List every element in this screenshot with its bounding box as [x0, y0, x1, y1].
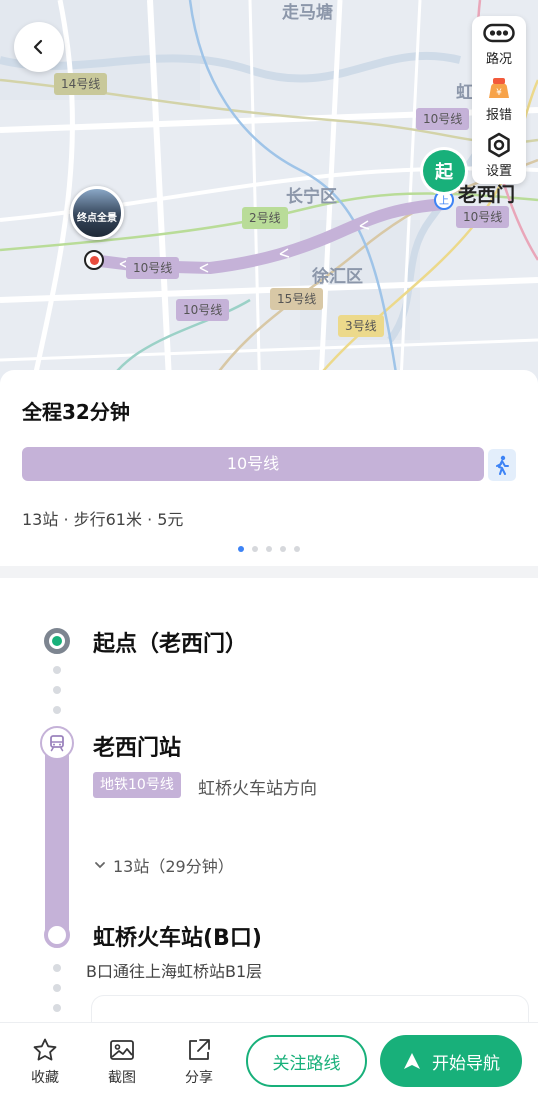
- dest-thumb-label: 终点全景: [77, 213, 117, 224]
- report-icon: ¥: [486, 77, 512, 101]
- route-map[interactable]: 上 走马塘 长宁区 徐汇区 虹 14号线 10号线 2号线 10号线 10号线 …: [0, 0, 538, 400]
- alight-station: 虹桥火车站(B口): [93, 926, 262, 951]
- bottom-action-bar: 收藏 截图 分享 关注路线 开始导航: [0, 1022, 538, 1100]
- boarding-station: 老西门站: [93, 736, 182, 761]
- page-indicator: [0, 546, 538, 552]
- walk-segment-chip: [488, 449, 516, 481]
- metro-line-tag: 3号线: [338, 315, 384, 337]
- metro-segment-rail: [45, 733, 69, 941]
- start-point-title: 起点（老西门）: [93, 632, 248, 657]
- settings-button[interactable]: 设置: [472, 128, 526, 184]
- total-duration: 全程32分钟: [22, 400, 130, 424]
- route-segment-bar: 10号线: [22, 447, 484, 481]
- share-button[interactable]: 分享: [176, 1037, 222, 1087]
- favorite-label: 收藏: [31, 1070, 59, 1086]
- metro-line-chip: 地铁10号线: [93, 772, 181, 798]
- page-dot: [266, 546, 272, 552]
- traffic-button[interactable]: 路况: [472, 16, 526, 72]
- district-label: 长宁区: [286, 187, 337, 207]
- start-navigation-label: 开始导航: [432, 1053, 500, 1074]
- metro-line-tag: 10号线: [126, 257, 180, 279]
- metro-icon: [40, 726, 74, 760]
- timeline-dot: [53, 686, 61, 694]
- svg-text:¥: ¥: [496, 88, 502, 98]
- start-point-marker: [44, 628, 70, 654]
- favorite-button[interactable]: 收藏: [22, 1037, 68, 1087]
- district-label: 徐汇区: [312, 267, 363, 287]
- metro-line-tag: 10号线: [176, 299, 230, 321]
- direction-text: 虹桥火车站方向: [198, 779, 317, 799]
- tool-label: 报错: [485, 108, 512, 123]
- screenshot-label: 截图: [108, 1070, 136, 1086]
- traffic-icon: [483, 21, 515, 45]
- route-meta: 13站 · 步行61米 · 5元: [22, 510, 184, 529]
- page-dot: [238, 546, 244, 552]
- metro-line-tag: 10号线: [416, 108, 470, 130]
- route-detail: 起点（老西门） 老西门站 地铁10号线 虹桥火车站方向 13站（29分钟） 虹桥…: [0, 578, 538, 1036]
- timeline-dot: [53, 666, 61, 674]
- destination-marker[interactable]: [84, 250, 104, 270]
- image-icon: [109, 1037, 135, 1063]
- screenshot-button[interactable]: 截图: [99, 1037, 145, 1087]
- district-label: 虹: [456, 83, 473, 103]
- timeline-dot: [53, 964, 61, 972]
- metro-line-tag: 15号线: [270, 288, 324, 310]
- destination-panorama-thumbnail[interactable]: 终点全景: [70, 186, 124, 240]
- tool-label: 路况: [485, 52, 512, 67]
- exit-note: B口通往上海虹桥站B1层: [86, 962, 263, 981]
- follow-route-button[interactable]: 关注路线: [246, 1035, 367, 1087]
- stops-count: 13站（29分钟）: [113, 857, 234, 876]
- map-tools-panel: 路况 ¥ 报错 设置: [472, 16, 526, 184]
- start-navigation-button[interactable]: 开始导航: [380, 1035, 522, 1087]
- back-button[interactable]: [14, 22, 64, 72]
- svg-text:上: 上: [439, 195, 449, 207]
- report-button[interactable]: ¥ 报错: [472, 72, 526, 128]
- navigation-arrow-icon: [404, 1053, 420, 1069]
- metro-line-tag: 10号线: [456, 206, 510, 228]
- timeline-dot: [53, 706, 61, 714]
- share-icon: [186, 1037, 212, 1063]
- stops-expander[interactable]: 13站（29分钟）: [93, 853, 234, 877]
- metro-line-tag: 2号线: [242, 207, 288, 229]
- chevron-down-icon: [95, 862, 105, 869]
- page-dot: [294, 546, 300, 552]
- share-label: 分享: [185, 1070, 213, 1086]
- tool-label: 设置: [485, 164, 512, 179]
- page-dot: [280, 546, 286, 552]
- timeline-dot: [53, 984, 61, 992]
- settings-icon: [486, 132, 512, 158]
- star-icon: [32, 1037, 58, 1063]
- route-summary-card[interactable]: 全程32分钟 10号线 13站 · 步行61米 · 5元: [0, 370, 538, 566]
- walk-icon: [496, 455, 509, 475]
- chevron-left-icon: [33, 39, 43, 55]
- page-dot: [252, 546, 258, 552]
- district-label: 走马塘: [282, 3, 333, 23]
- metro-line-tag: 14号线: [54, 73, 108, 95]
- origin-name-label: 老西门: [458, 184, 516, 206]
- alight-station-marker: [44, 922, 70, 948]
- timeline-dot: [53, 1004, 61, 1012]
